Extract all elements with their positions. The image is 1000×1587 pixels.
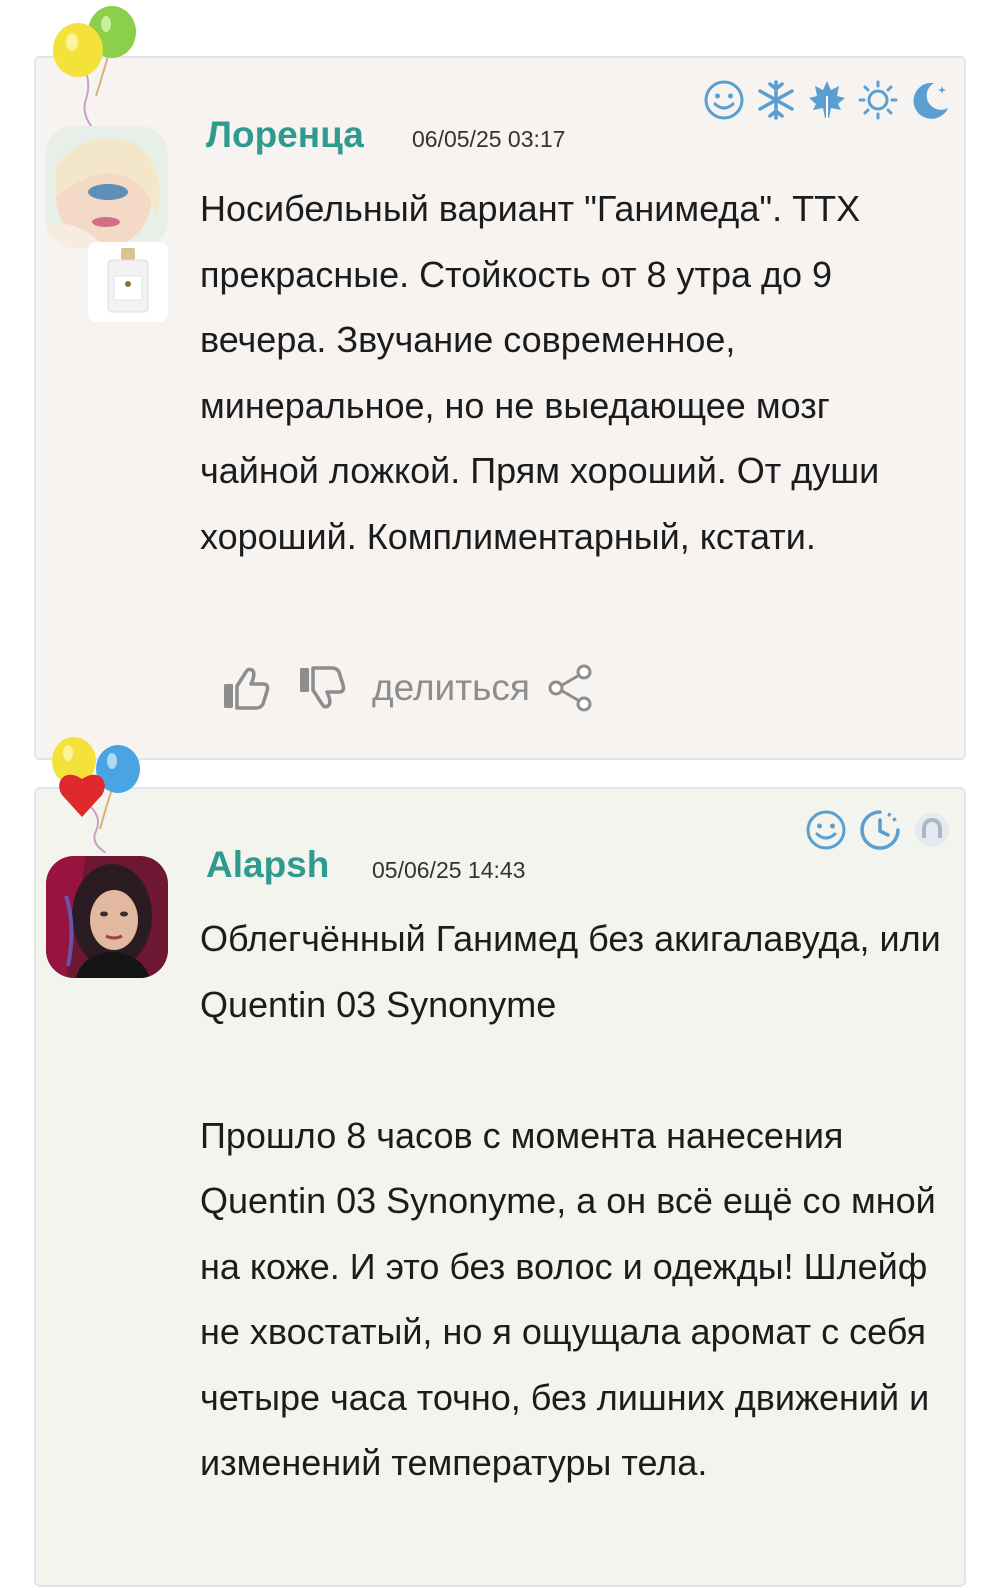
- comment-date: 06/05/25 03:17: [412, 126, 566, 152]
- comment-text: Носибельный вариант "Ганимеда". ТТХ прек…: [200, 188, 890, 557]
- avatar[interactable]: [46, 856, 168, 978]
- share-button[interactable]: делиться: [372, 663, 594, 713]
- perfume-bottle-thumbnail[interactable]: [88, 242, 168, 322]
- snowflake-icon: [758, 80, 794, 120]
- status-icons: [702, 78, 962, 122]
- clock-icon: [860, 810, 900, 850]
- thumbs-up-icon: [224, 667, 270, 710]
- comment-date: 05/06/25 14:43: [372, 857, 526, 883]
- share-icon: [548, 664, 592, 712]
- comment-text: Облегчённый Ганимед без акигалавуда, или…: [200, 918, 941, 1483]
- status-icons: [804, 808, 962, 852]
- birthday-balloons-icon: [52, 737, 140, 853]
- magnet-icon: [915, 813, 949, 847]
- sun-icon: [858, 80, 898, 120]
- avatar[interactable]: [46, 126, 168, 248]
- comment-author[interactable]: Alapsh: [206, 846, 329, 883]
- smiley-icon: [704, 80, 744, 120]
- thumbs-down-icon: [300, 666, 346, 709]
- dislike-button[interactable]: [296, 662, 348, 714]
- comment-author[interactable]: Лоренца: [206, 116, 364, 153]
- smiley-icon: [806, 810, 846, 850]
- birthday-balloons-icon: [53, 6, 136, 135]
- maple-leaf-icon: [809, 81, 845, 120]
- share-label: делиться: [372, 667, 530, 708]
- comment-actions: делиться: [220, 660, 594, 716]
- moon-icon: [913, 82, 948, 119]
- like-button[interactable]: [220, 662, 272, 714]
